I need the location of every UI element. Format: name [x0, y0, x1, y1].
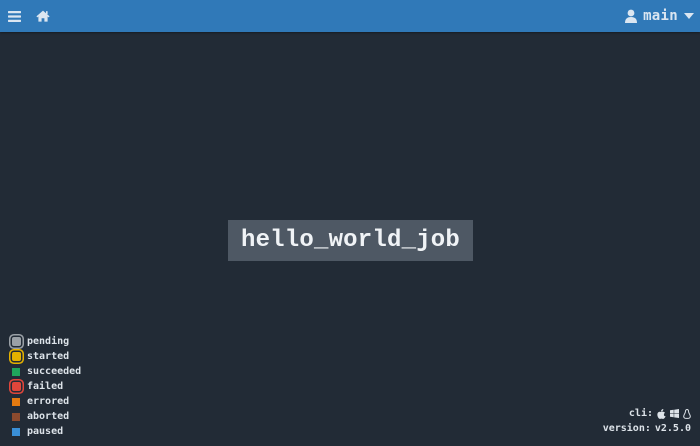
user-icon: [625, 9, 638, 23]
legend-item-errored: errored: [8, 394, 81, 409]
succeeded-swatch: [12, 367, 20, 376]
windows-icon[interactable]: [670, 409, 679, 418]
team-name: main: [643, 8, 678, 24]
legend-item-succeeded: succeeded: [8, 364, 81, 379]
apple-icon[interactable]: [657, 408, 666, 419]
cli-info: cli: version: v2.5.0: [603, 406, 691, 436]
job-name: hello_world_job: [240, 227, 461, 254]
version-label: version:: [602, 423, 651, 434]
legend-item-failed: failed: [8, 379, 81, 394]
legend-item-paused: paused: [8, 424, 81, 439]
legend-label: errored: [27, 396, 70, 407]
errored-swatch: [12, 397, 20, 406]
status-legend: pending started succeeded failed errored…: [8, 334, 81, 439]
home-button[interactable]: [33, 0, 53, 32]
home-icon: [36, 10, 50, 22]
version-value: v2.5.0: [654, 423, 691, 434]
legend-item-aborted: aborted: [8, 409, 81, 424]
legend-label: started: [27, 351, 70, 362]
failed-swatch: [11, 382, 21, 391]
job-node[interactable]: hello_world_job: [228, 220, 473, 261]
caret-down-icon: [684, 13, 694, 19]
legend-label: pending: [27, 336, 70, 347]
pending-swatch: [11, 337, 21, 346]
legend-label: succeeded: [27, 366, 82, 377]
legend-item-started: started: [8, 349, 81, 364]
cli-label: cli:: [628, 408, 653, 419]
top-bar: main: [0, 0, 700, 32]
team-menu[interactable]: main: [625, 0, 694, 32]
legend-item-pending: pending: [8, 334, 81, 349]
aborted-swatch: [12, 412, 20, 421]
menu-button[interactable]: [4, 0, 24, 32]
hamburger-menu-icon: [7, 10, 21, 22]
cli-downloads: cli:: [603, 406, 691, 421]
started-swatch: [11, 352, 21, 361]
version-row: version: v2.5.0: [603, 421, 691, 436]
legend-label: paused: [27, 426, 64, 437]
legend-label: aborted: [27, 411, 70, 422]
linux-icon[interactable]: [683, 408, 691, 419]
legend-label: failed: [27, 381, 64, 392]
paused-swatch: [12, 427, 20, 436]
